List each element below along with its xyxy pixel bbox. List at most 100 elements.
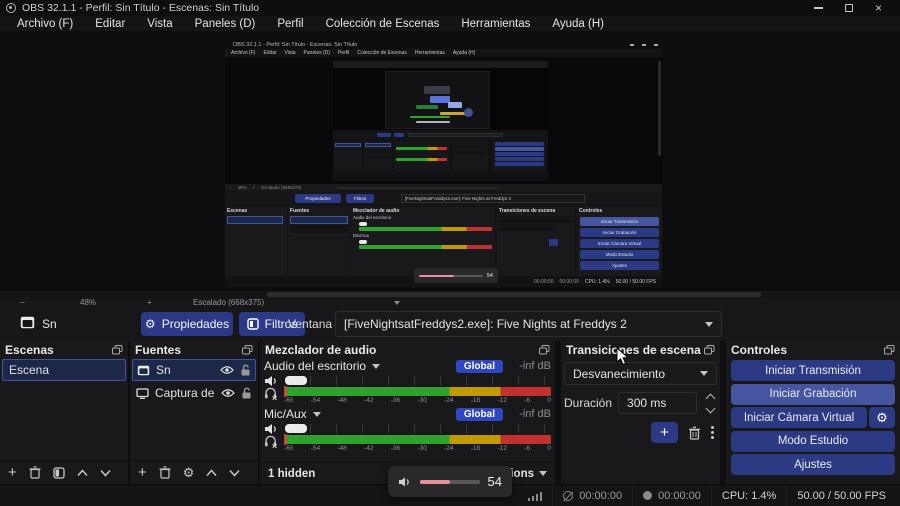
headphones-mute-icon[interactable] — [264, 435, 278, 448]
menu-item[interactable]: Colección de Escenas — [315, 18, 451, 30]
zoom-out-button[interactable]: − — [20, 298, 25, 307]
volume-slider[interactable] — [285, 376, 551, 385]
popout-icon[interactable] — [242, 344, 253, 355]
mini-title-bar: OBS 32.1.1 - Perfil: Sin Título - Escena… — [225, 41, 662, 49]
add-scene-icon[interactable]: + — [8, 464, 17, 481]
preview-horizontal-scrollbar[interactable] — [0, 291, 900, 298]
scenes-panel-title: Escenas — [5, 342, 54, 357]
menu-item[interactable]: Paneles (D) — [184, 18, 267, 30]
mouse-cursor — [616, 347, 629, 366]
mixer-options-button[interactable]: tions — [507, 468, 547, 480]
lock-icon[interactable] — [240, 364, 251, 376]
title-bar: OBS 32.1.1 - Perfil: Sin Título - Escena… — [0, 0, 900, 16]
menu-item[interactable]: Archivo (F) — [6, 18, 84, 30]
zoom-in-button[interactable]: + — [147, 298, 152, 307]
slider-handle[interactable] — [285, 376, 307, 385]
filter-icon — [246, 318, 259, 330]
popout-icon[interactable] — [112, 344, 123, 355]
studio-mode-button[interactable]: Modo Estudio — [731, 430, 895, 452]
chevron-down-icon[interactable] — [372, 363, 381, 369]
scale-dropdown-icon[interactable] — [394, 301, 400, 305]
mini-menu-bar: Archivo (F) Editar Vista Paneles (D) Perfil C… — [227, 49, 662, 57]
speaker-icon[interactable] — [264, 423, 279, 435]
popout-icon[interactable] — [704, 344, 715, 355]
source-toolbar: Sn ⚙ Propiedades Filtros Ventana [FiveNi… — [0, 307, 900, 341]
preview-canvas[interactable]: OBS 32.1.1 - Perfil: Sin Título - Escena… — [0, 31, 900, 291]
lock-icon[interactable] — [241, 387, 252, 399]
mini-preview — [225, 57, 662, 184]
audio-mixer-panel: Mezclador de audio Audio del escritorio … — [260, 341, 555, 484]
virtual-camera-gear-icon[interactable]: ⚙ — [869, 407, 895, 428]
window-select[interactable]: [FiveNightsatFreddys2.exe]: Five Nights … — [335, 311, 722, 337]
transitions-panel-title: Transiciones de escena — [566, 342, 701, 357]
spin-up-icon[interactable] — [705, 393, 715, 403]
source-row[interactable]: Sn — [132, 359, 256, 381]
start-recording-button[interactable]: Iniciar Grabación — [731, 383, 895, 405]
chevron-down-icon[interactable] — [312, 411, 321, 417]
menu-item[interactable]: Ayuda (H) — [541, 18, 615, 30]
global-badge[interactable]: Global — [455, 407, 503, 421]
volume-slider[interactable] — [285, 424, 551, 433]
popout-icon[interactable] — [539, 344, 550, 355]
remove-transition-icon[interactable] — [688, 426, 701, 440]
source-row[interactable]: Captura de pant… — [132, 382, 256, 404]
captured-obs-window-level1: OBS 32.1.1 - Perfil: Sin Título - Escena… — [225, 41, 662, 287]
source-properties-gear-icon[interactable]: ⚙ — [183, 465, 195, 481]
move-down-icon[interactable] — [229, 469, 240, 477]
menu-item[interactable]: Vista — [136, 18, 183, 30]
close-icon[interactable]: × — [875, 2, 882, 14]
selected-source-label: Sn — [42, 317, 57, 331]
menu-item[interactable]: Perfil — [266, 18, 314, 30]
properties-button[interactable]: ⚙ Propiedades — [141, 312, 233, 336]
volume-meter: -60 -54 -48 -42 -36 -30 -24 -18 -12 -6 0 — [284, 386, 551, 404]
visibility-eye-icon[interactable] — [220, 365, 234, 375]
start-virtual-camera-button[interactable]: Iniciar Cámara Virtual — [731, 407, 867, 428]
start-streaming-button[interactable]: Iniciar Transmisión — [731, 360, 895, 381]
zoom-level-label: 48% — [80, 298, 97, 307]
scene-list-item[interactable]: Escena — [2, 359, 126, 381]
db-level-label: -inf dB — [519, 408, 551, 420]
move-down-icon[interactable] — [100, 469, 111, 477]
scrollbar-thumb[interactable] — [267, 292, 761, 297]
move-up-icon[interactable] — [206, 468, 217, 477]
maximize-icon[interactable] — [844, 4, 853, 12]
visibility-eye-icon[interactable] — [221, 388, 235, 398]
transition-properties-icon[interactable] — [711, 426, 714, 439]
scene-transitions-panel: Transiciones de escena Desvanecimiento D… — [561, 341, 720, 484]
duration-spinner[interactable]: 300 ms — [618, 392, 697, 414]
mini-volume-popup: 54 — [414, 268, 498, 283]
channel-name: Mic/Aux — [264, 407, 307, 421]
scene-filters-icon[interactable] — [53, 466, 65, 479]
window-property-label: Ventana — [288, 317, 333, 331]
record-status-icon — [643, 491, 653, 500]
scenes-toolbar: + — [0, 460, 128, 484]
volume-meter: -60 -54 -48 -42 -36 -30 -24 -18 -12 -6 0 — [284, 434, 551, 452]
scale-mode-label[interactable]: Escalado (668x375) — [193, 298, 264, 307]
add-transition-button[interactable]: + — [651, 422, 678, 443]
chevron-down-icon — [539, 471, 547, 476]
remove-scene-icon[interactable] — [29, 466, 41, 479]
slider-handle[interactable] — [285, 424, 307, 433]
minimize-icon[interactable] — [813, 7, 823, 9]
global-badge[interactable]: Global — [455, 359, 503, 373]
window-icon — [137, 365, 150, 375]
headphones-mute-icon[interactable] — [264, 387, 278, 400]
settings-button[interactable]: Ajustes — [731, 454, 895, 475]
popout-icon[interactable] — [884, 344, 895, 355]
osd-volume-value: 54 — [487, 474, 502, 489]
menu-bar: Archivo (F) Editar Vista Paneles (D) Perfil C… — [0, 16, 900, 31]
menu-item[interactable]: Editar — [84, 18, 136, 30]
menu-item[interactable]: Herramientas — [450, 18, 541, 30]
fps-counter: 50.00 / 50.00 FPS — [797, 489, 886, 502]
remove-source-icon[interactable] — [159, 466, 171, 479]
transition-select[interactable]: Desvanecimiento — [564, 362, 717, 385]
move-up-icon[interactable] — [77, 468, 88, 477]
mini-source-toolbar: Propiedades Filtros [FiveNightsatFreddys… — [225, 191, 662, 207]
speaker-icon[interactable] — [264, 375, 279, 387]
scenes-panel: Escenas Escena + — [0, 341, 128, 484]
network-signal-icon — [527, 491, 543, 501]
osd-volume-slider[interactable] — [420, 479, 480, 484]
speaker-icon — [399, 477, 409, 486]
spin-down-icon[interactable] — [705, 403, 715, 413]
add-source-icon[interactable]: + — [138, 464, 147, 481]
